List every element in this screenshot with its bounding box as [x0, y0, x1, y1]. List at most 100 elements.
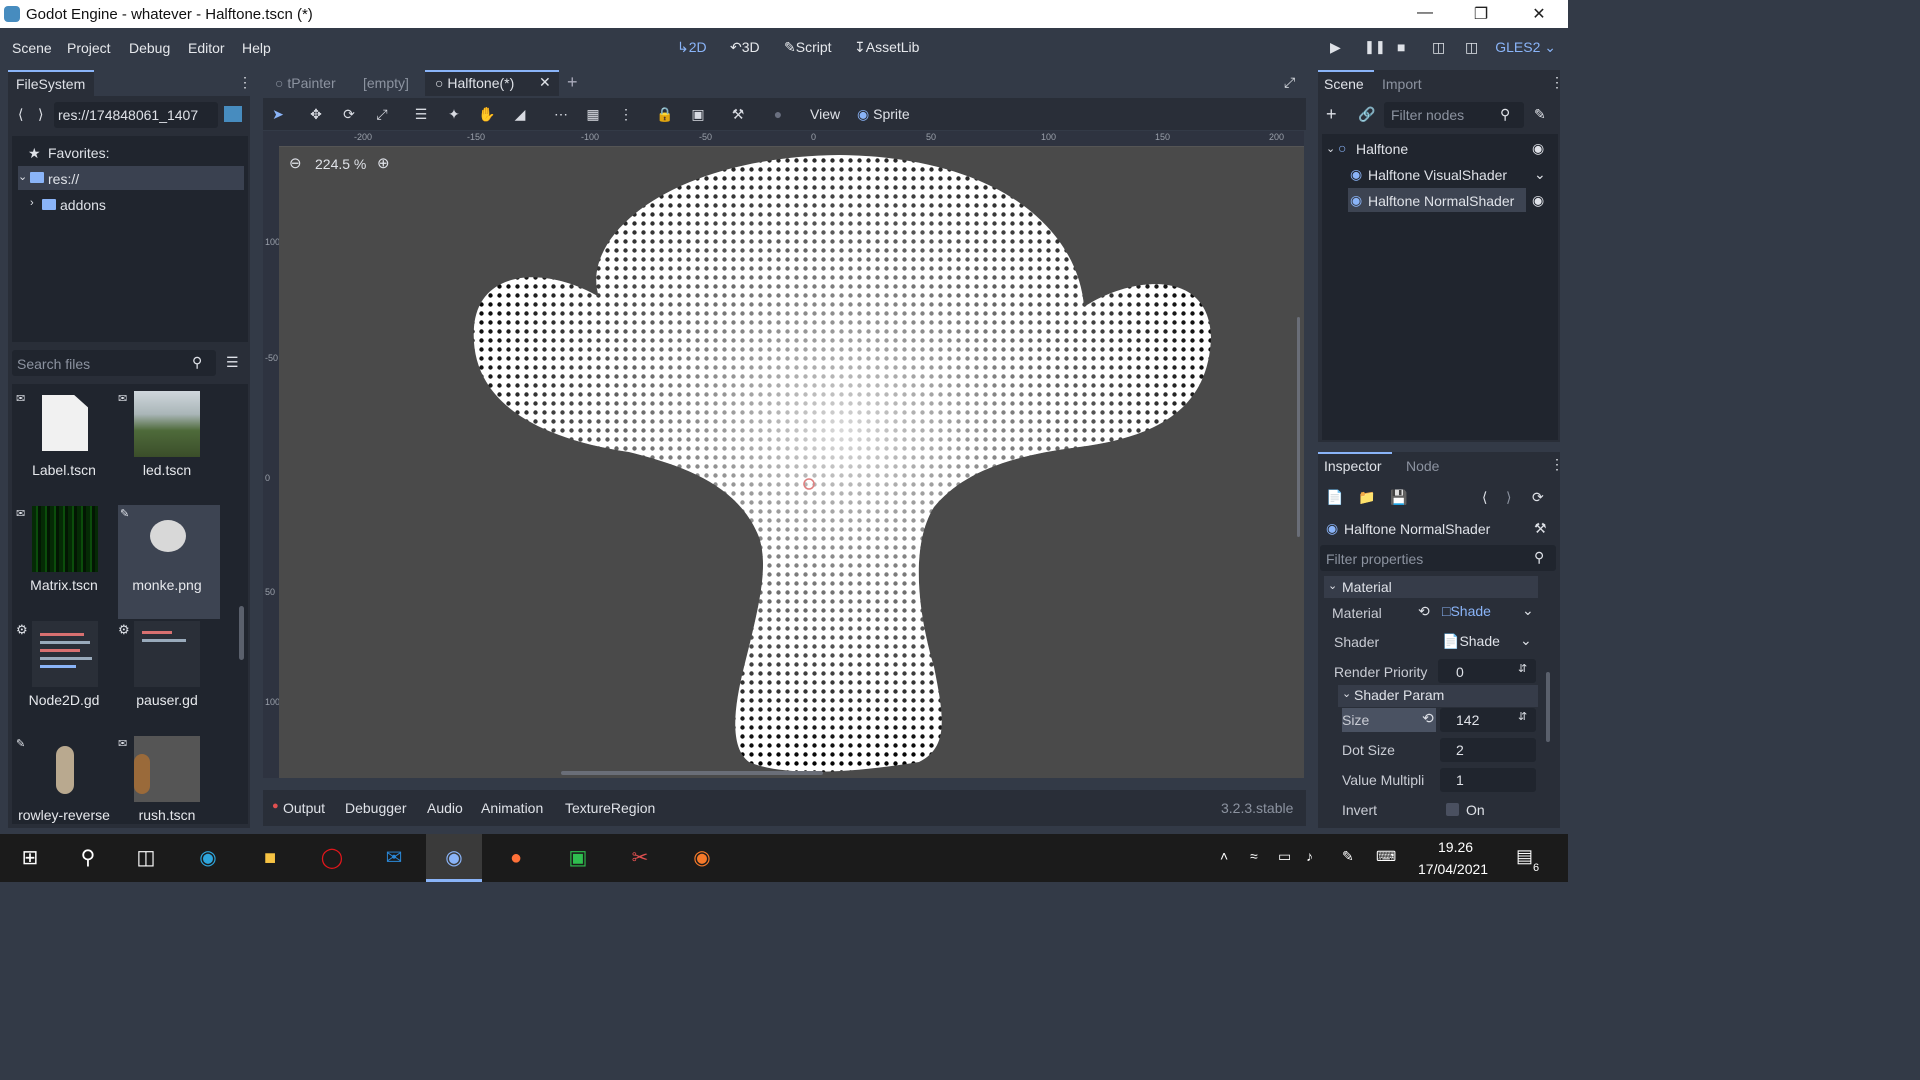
mode-3d-button[interactable]: ↶3D: [730, 39, 760, 56]
clock-date[interactable]: 17/04/2021: [1418, 861, 1488, 877]
bone-icon[interactable]: ⚒: [729, 105, 747, 123]
object-menu-icon[interactable]: ⚒: [1534, 520, 1547, 537]
visibility-hidden-icon[interactable]: ⌄: [1534, 166, 1546, 183]
revert-icon[interactable]: ⟲: [1422, 710, 1434, 727]
spin-arrows-icon[interactable]: ⇵: [1518, 662, 1527, 675]
tree-item-addons[interactable]: addons: [60, 197, 106, 213]
sprite-menu[interactable]: ◉ Sprite: [857, 106, 910, 123]
chevron-down-icon[interactable]: ⌄: [1326, 142, 1335, 155]
scene-node-normalshader[interactable]: Halftone NormalShader: [1368, 193, 1514, 209]
save-icon[interactable]: 💾: [1390, 489, 1407, 506]
mode-2d-button[interactable]: ↳2D: [677, 39, 707, 56]
wifi-icon[interactable]: ≈: [1250, 848, 1258, 864]
menu-project[interactable]: Project: [67, 40, 111, 56]
new-resource-icon[interactable]: 📄: [1326, 489, 1343, 506]
minimize-icon[interactable]: —: [1410, 4, 1440, 22]
script-attach-icon[interactable]: ✎: [1534, 106, 1546, 123]
canvas-viewport[interactable]: ⊖ 224.5 % ⊕: [279, 147, 1304, 778]
pivot-tool-icon[interactable]: ✦: [445, 105, 463, 123]
split-mode-icon[interactable]: [224, 106, 242, 122]
move-tool-icon[interactable]: ✥: [307, 105, 325, 123]
pan-tool-icon[interactable]: ✋: [478, 105, 496, 123]
list-select-icon[interactable]: ☰: [412, 105, 430, 123]
history-back-icon[interactable]: ⟨: [1482, 489, 1487, 506]
edge-icon[interactable]: ◉: [180, 838, 236, 878]
scene-node-visualshader[interactable]: Halftone VisualShader: [1368, 167, 1507, 183]
view-menu[interactable]: View: [810, 106, 840, 122]
tab-node[interactable]: Node: [1406, 458, 1439, 474]
search-icon[interactable]: ⚲: [1500, 106, 1510, 123]
h-scrollbar[interactable]: [561, 771, 823, 775]
file-explorer-icon[interactable]: ■: [242, 838, 298, 878]
opera-icon[interactable]: ◯: [304, 838, 360, 878]
stop-icon[interactable]: ■: [1397, 39, 1405, 55]
forward-icon[interactable]: ⟩: [38, 106, 43, 123]
revert-icon[interactable]: ⟲: [1418, 603, 1430, 620]
image-thumbnail[interactable]: [150, 520, 186, 552]
renderer-select[interactable]: GLES2 ⌄: [1495, 39, 1556, 56]
visibility-icon[interactable]: ◉: [1532, 192, 1544, 209]
search-icon[interactable]: ⚲: [60, 838, 116, 878]
dot-size-field[interactable]: [1440, 738, 1536, 762]
menu-scene[interactable]: Scene: [12, 40, 52, 56]
chevron-down-icon[interactable]: ⌄: [1520, 632, 1532, 649]
smart-snap-icon[interactable]: ⋯: [552, 105, 570, 123]
zoom-out-icon[interactable]: ⊖: [289, 154, 302, 172]
dock-menu-icon[interactable]: ⋮: [238, 74, 252, 91]
scene-thumbnail[interactable]: [134, 391, 200, 457]
file-icon[interactable]: [42, 395, 88, 451]
tab-animation[interactable]: Animation: [481, 800, 543, 816]
open-folder-icon[interactable]: 📁: [1358, 489, 1375, 506]
value-multiplier-field[interactable]: [1440, 768, 1536, 792]
back-icon[interactable]: ⟨: [18, 106, 23, 123]
select-tool-icon[interactable]: ➤: [269, 105, 287, 123]
task-view-icon[interactable]: ◫: [118, 838, 174, 878]
v-scrollbar[interactable]: [1297, 317, 1300, 537]
dock-menu-icon[interactable]: ⋮: [1550, 74, 1564, 91]
firefox-icon[interactable]: ●: [488, 838, 544, 878]
volume-icon[interactable]: ♪: [1306, 848, 1313, 864]
group-icon[interactable]: ▣: [689, 105, 707, 123]
blender-icon[interactable]: ◉: [674, 838, 730, 878]
chevron-up-icon[interactable]: ˄: [1220, 848, 1228, 864]
add-node-icon[interactable]: +: [1326, 104, 1337, 125]
mode-assetlib-button[interactable]: ↧AssetLib: [854, 39, 919, 56]
menu-editor[interactable]: Editor: [188, 40, 225, 56]
chevron-right-icon[interactable]: ›: [30, 197, 34, 209]
scrollbar[interactable]: [239, 606, 244, 660]
tab-audio[interactable]: Audio: [427, 800, 463, 816]
tab-import[interactable]: Import: [1382, 76, 1422, 92]
scene-node-halftone[interactable]: Halftone: [1356, 141, 1408, 157]
file-label[interactable]: rowley-reverse: [16, 807, 112, 823]
menu-debug[interactable]: Debug: [129, 40, 170, 56]
pen-icon[interactable]: ✎: [1342, 848, 1354, 865]
play-scene-icon[interactable]: ◫: [1432, 39, 1445, 56]
chevron-down-icon[interactable]: ⌄: [18, 170, 27, 183]
fullscreen-icon[interactable]: ⤢: [1284, 74, 1295, 91]
tab-textureregion[interactable]: TextureRegion: [565, 800, 655, 816]
file-label[interactable]: Label.tscn: [16, 462, 112, 478]
scene-thumbnail[interactable]: [32, 506, 98, 572]
windows-start-icon[interactable]: ⊞: [2, 838, 58, 878]
add-tab-icon[interactable]: +: [567, 72, 578, 93]
snap-options-icon[interactable]: ⋮: [617, 105, 635, 123]
lock-icon[interactable]: 🔒: [656, 105, 674, 123]
close-icon[interactable]: ✕: [1524, 4, 1554, 24]
tab-tpainter[interactable]: ○ tPainter: [275, 75, 336, 91]
godot-icon[interactable]: ◉: [426, 838, 482, 878]
ruler-tool-icon[interactable]: ◢: [511, 105, 529, 123]
close-tab-icon[interactable]: ✕: [539, 74, 551, 91]
file-label[interactable]: Node2D.gd: [16, 692, 112, 708]
file-label[interactable]: Matrix.tscn: [16, 577, 112, 593]
file-label[interactable]: led.tscn: [119, 462, 215, 478]
script-thumbnail[interactable]: [32, 621, 98, 687]
play-icon[interactable]: ▶: [1330, 39, 1341, 56]
material-value[interactable]: □Shade: [1442, 603, 1491, 619]
keyboard-icon[interactable]: ⌨: [1376, 848, 1396, 865]
grid-snap-icon[interactable]: ▦: [584, 105, 602, 123]
restore-icon[interactable]: ❐: [1466, 4, 1496, 24]
file-label[interactable]: pauser.gd: [119, 692, 215, 708]
spin-arrows-icon[interactable]: ⇵: [1518, 710, 1527, 723]
inspector-scrollbar[interactable]: [1546, 672, 1550, 742]
search-icon[interactable]: ⚲: [192, 354, 202, 371]
